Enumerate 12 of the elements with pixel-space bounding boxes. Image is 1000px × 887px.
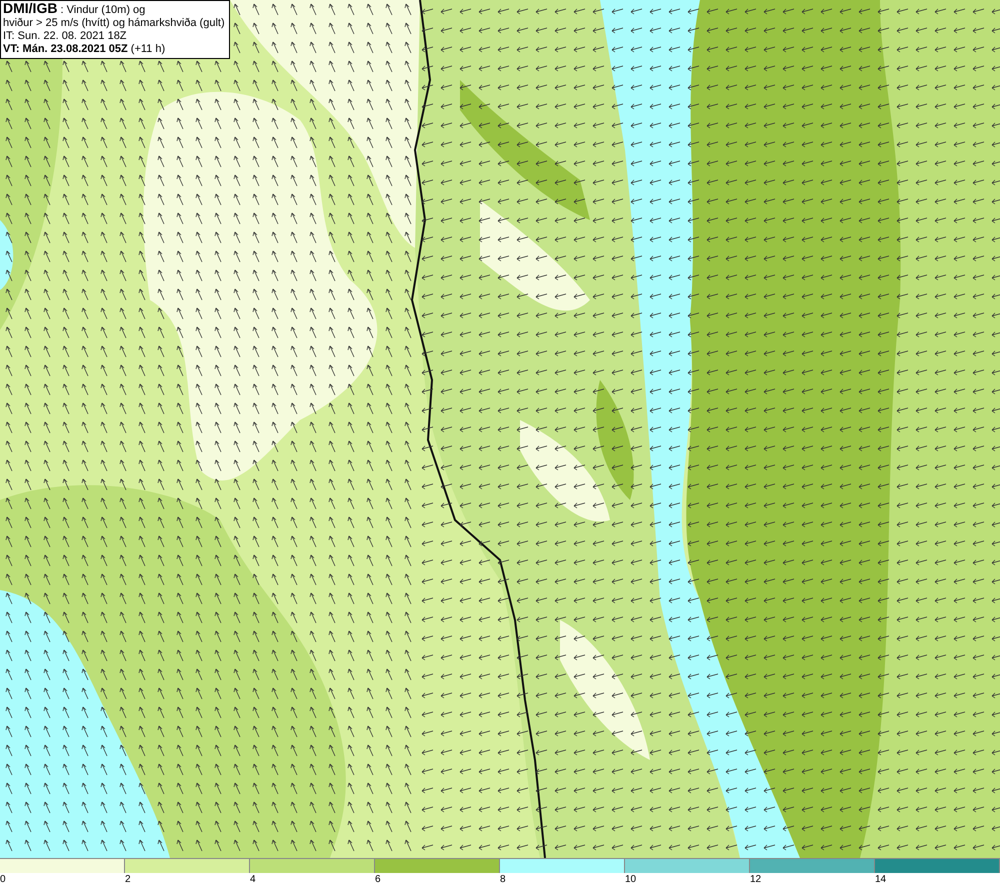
legend-tick-label: 6	[375, 874, 381, 885]
header-text: hviður > 25 m/s (hvítt) og hámarkshviða (gult)	[3, 17, 225, 30]
legend-tick-label: 4	[250, 874, 256, 885]
header-text: DMI/IGB : Vindur (10m) og	[3, 2, 146, 17]
header-text: VT: Mán. 23.08.2021 05Z (+11 h)	[3, 43, 166, 56]
legend-tick-label: 8	[500, 874, 506, 885]
legend-tick-label: 14	[875, 874, 886, 885]
legend-tick-label: 2	[125, 874, 131, 885]
legend-tick-label: 10	[625, 874, 636, 885]
legend-tick-label: 12	[750, 874, 762, 885]
legend-tick-label: 0	[0, 874, 6, 885]
header-text: IT: Sun. 22. 08. 2021 18Z	[3, 30, 128, 43]
